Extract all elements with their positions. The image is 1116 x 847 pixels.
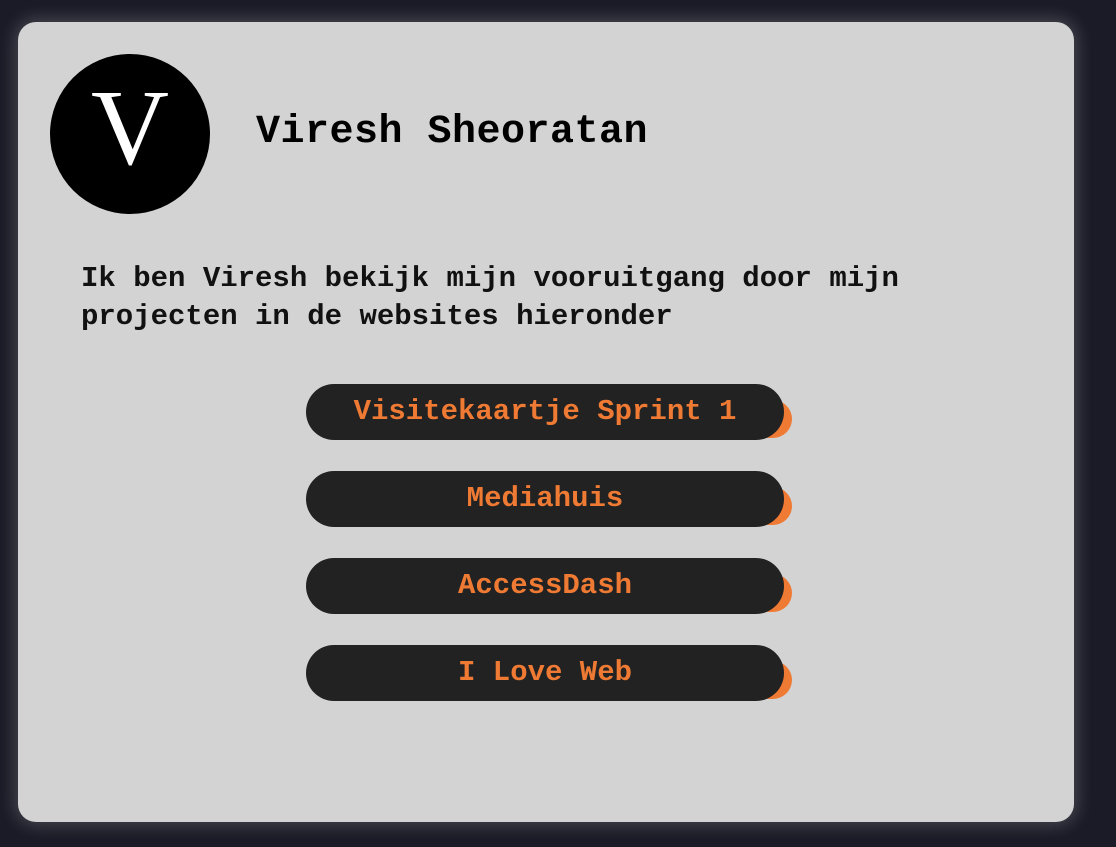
link-accessdash-button[interactable]: AccessDash bbox=[306, 558, 784, 614]
profile-card: V Viresh Sheoratan Ik ben Viresh bekijk … bbox=[18, 22, 1074, 822]
intro-text: Ik ben Viresh bekijk mijn vooruitgang do… bbox=[81, 262, 899, 333]
link-visitekaartje-button[interactable]: Visitekaartje Sprint 1 bbox=[306, 384, 784, 440]
link-mediahuis-button[interactable]: Mediahuis bbox=[306, 471, 784, 527]
link-item: I Love Web bbox=[306, 645, 796, 701]
project-links: Visitekaartje Sprint 1 Mediahuis AccessD… bbox=[306, 384, 796, 732]
link-ilove-web-button[interactable]: I Love Web bbox=[306, 645, 784, 701]
link-item: Mediahuis bbox=[306, 471, 796, 527]
link-item: AccessDash bbox=[306, 558, 796, 614]
profile-logo: V bbox=[50, 54, 210, 214]
link-item: Visitekaartje Sprint 1 bbox=[306, 384, 796, 440]
profile-name: Viresh Sheoratan bbox=[256, 110, 649, 155]
logo-letter: V bbox=[91, 69, 169, 188]
